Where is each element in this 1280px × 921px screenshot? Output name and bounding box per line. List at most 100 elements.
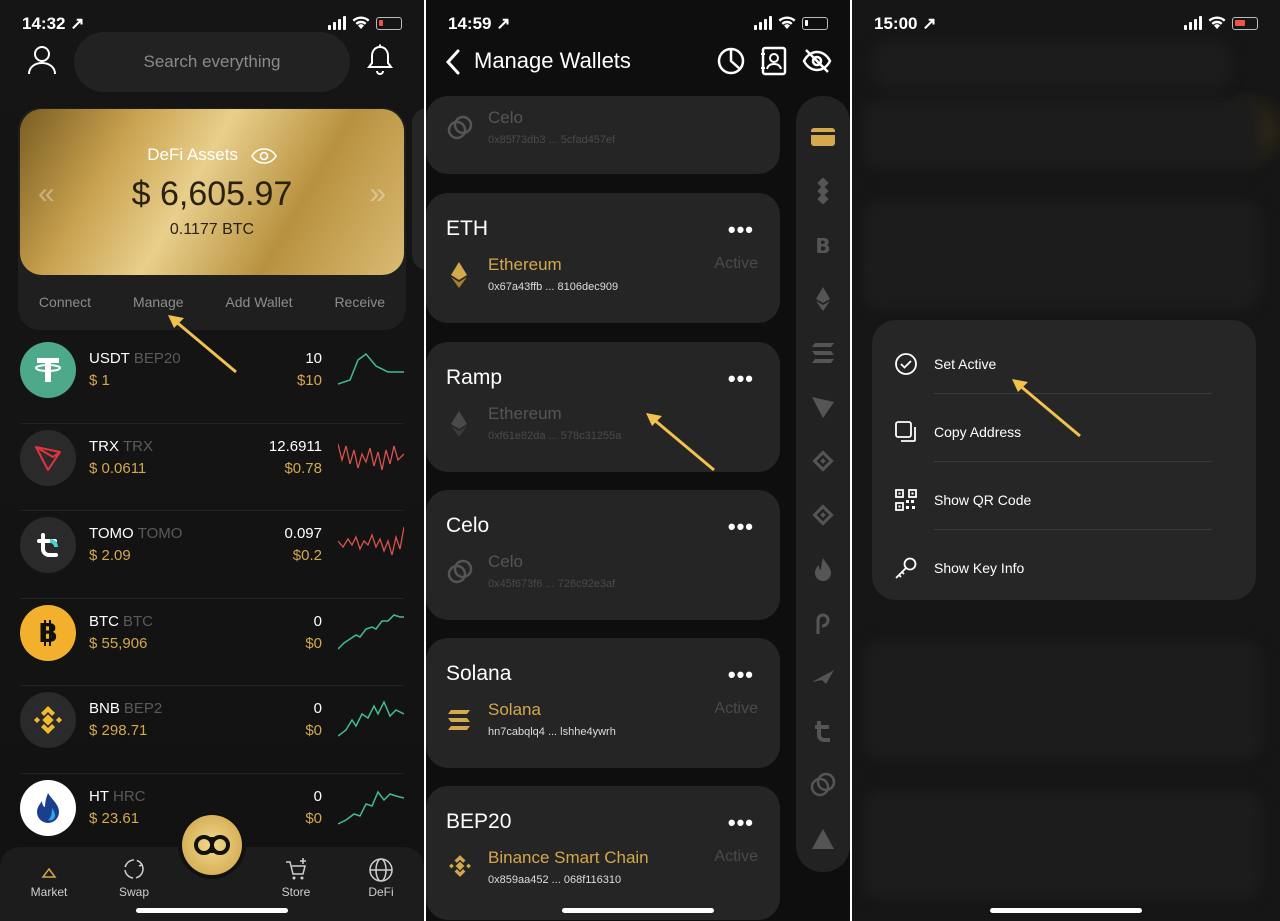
wallet-address: 0x85f73db3 ... 5cfad457ef	[488, 134, 616, 146]
add-wallet-button[interactable]: Add Wallet	[225, 294, 292, 310]
back-arrow-icon[interactable]	[444, 48, 462, 76]
asset-name: TOMO TOMO	[89, 525, 182, 542]
wallet-address: hn7cabqlq4 ... lshhe4ywrh	[488, 726, 616, 738]
wallet-card-eth[interactable]: ETH ••• Ethereum 0x67a43ffb ... 8106dec9…	[426, 193, 780, 323]
menu-label: Show Key Info	[934, 560, 1025, 576]
asset-name: BTC BTC	[89, 613, 153, 630]
menu-label: Show QR Code	[934, 492, 1032, 508]
solana-filter-icon[interactable]	[810, 340, 836, 366]
eye-off-icon[interactable]	[802, 46, 832, 76]
more-options-icon[interactable]: •••	[728, 662, 754, 688]
wallet-all-icon[interactable]	[810, 124, 836, 150]
asset-row-bnb[interactable]: BNB BEP2 $ 298.71 0 $0	[20, 686, 404, 774]
bitcoin-filter-icon[interactable]: B	[810, 232, 836, 258]
menu-label: Set Active	[934, 356, 997, 372]
sparkline-chart	[338, 613, 404, 650]
more-options-icon[interactable]: •••	[728, 366, 754, 392]
polkadot-filter-icon[interactable]	[810, 610, 836, 636]
fire-filter-icon[interactable]	[810, 556, 836, 582]
wallet-name: Ethereum	[488, 404, 562, 423]
balance-card[interactable]: « » DeFi Assets $ 6,605.97 0.1177 BTC	[20, 109, 404, 275]
asset-row-trx[interactable]: TRX TRX $ 0.0611 12.6911 $0.78	[20, 424, 404, 511]
wallet-address: 0x67a43ffb ... 8106dec909	[488, 281, 619, 293]
signal-icon	[1184, 16, 1202, 30]
binance-filter-icon[interactable]	[810, 178, 836, 204]
home-indicator	[136, 908, 288, 913]
asset-price: $ 23.61	[89, 809, 140, 827]
wallet-card-ramp[interactable]: Ramp ••• Ethereum 0xf61e82da ... 578c312…	[426, 342, 780, 472]
bitcoin-logo-icon: B	[20, 604, 76, 661]
tab-swap-label: Swap	[118, 885, 150, 899]
asset-value: $0	[305, 722, 322, 739]
asset-network: TRX	[123, 437, 153, 455]
asset-symbol: BTC	[89, 612, 119, 630]
contact-card-icon[interactable]	[760, 46, 788, 76]
more-options-icon[interactable]: •••	[728, 217, 754, 243]
blurred-card	[862, 640, 1262, 760]
bird-filter-icon[interactable]	[810, 664, 836, 690]
copy-address-menu-item[interactable]: Copy Address	[872, 394, 1256, 462]
tron-filter-icon[interactable]	[810, 394, 836, 420]
ethereum-filter-icon[interactable]	[810, 286, 836, 312]
eye-icon[interactable]	[250, 147, 277, 164]
asset-row-btc[interactable]: B BTC BTC $ 55,906 0 $0	[20, 599, 404, 686]
bell-icon[interactable]	[366, 44, 394, 76]
wallet-status: Active	[714, 700, 758, 717]
asset-symbol: BNB	[89, 700, 120, 717]
wallet-name: Celo	[488, 552, 523, 571]
menu-label: Copy Address	[934, 424, 1022, 440]
tomo-filter-icon[interactable]	[810, 718, 836, 744]
status-bar: 15:00 ↗	[852, 12, 1280, 36]
manage-button[interactable]: Manage	[133, 294, 184, 310]
center-logo-button[interactable]	[182, 815, 242, 875]
asset-qty: 0	[313, 787, 322, 805]
solana-icon	[448, 710, 470, 730]
asset-name: USDT BEP20	[89, 350, 181, 367]
tab-market[interactable]: Market	[14, 857, 84, 899]
huobi-logo-icon	[20, 779, 76, 836]
connect-button[interactable]: Connect	[39, 294, 91, 310]
wallet-card-celo-partial[interactable]: Celo 0x85f73db3 ... 5cfad457ef	[426, 96, 780, 174]
tab-defi[interactable]: DeFi	[346, 857, 416, 899]
wallet-card-bep20[interactable]: BEP20 ••• Binance Smart Chain 0x859aa452…	[426, 786, 780, 920]
wallet-name: Celo	[488, 108, 523, 127]
wallet-title: Ramp	[446, 366, 503, 389]
bep2-filter-icon[interactable]	[810, 502, 836, 528]
asset-price: $ 298.71	[89, 722, 148, 739]
show-qr-code-menu-item[interactable]: Show QR Code	[872, 462, 1256, 530]
tab-swap[interactable]: Swap	[99, 857, 169, 899]
celo-filter-icon[interactable]	[810, 772, 836, 798]
wallet-title: Solana	[446, 662, 512, 685]
pie-chart-icon[interactable]	[716, 46, 746, 76]
status-time: 14:59 ↗	[448, 14, 511, 33]
more-options-icon[interactable]: •••	[728, 514, 754, 540]
key-icon	[895, 557, 917, 579]
asset-row-tomo[interactable]: TOMO TOMO $ 2.09 0.097 $0.2	[20, 511, 404, 599]
wallet-name: Binance Smart Chain	[488, 848, 649, 867]
set-active-menu-item[interactable]: Set Active	[872, 326, 1256, 394]
wallet-card-celo[interactable]: Celo ••• Celo 0x45f673f6 ... 726c92e3af	[426, 490, 780, 620]
receive-button[interactable]: Receive	[334, 294, 385, 310]
tab-store[interactable]: Store	[261, 857, 331, 899]
more-options-icon[interactable]: •••	[728, 810, 754, 836]
signal-icon	[328, 16, 346, 30]
wallet-status: Active	[714, 255, 758, 272]
signal-icon	[754, 16, 772, 30]
wifi-icon	[778, 16, 796, 29]
wallet-card-solana[interactable]: Solana ••• Solana hn7cabqlq4 ... lshhe4y…	[426, 638, 780, 768]
avalanche-filter-icon[interactable]	[810, 826, 836, 852]
blurred-card	[862, 200, 1262, 310]
show-key-info-menu-item[interactable]: Show Key Info	[872, 530, 1256, 598]
battery-icon	[376, 16, 402, 30]
asset-value: $0.2	[292, 547, 322, 564]
bnb-filter-icon[interactable]	[810, 448, 836, 474]
app-logo-icon	[194, 835, 230, 855]
user-icon[interactable]	[26, 44, 58, 76]
next-card-peek[interactable]	[412, 108, 424, 270]
asset-symbol: HT	[89, 787, 109, 805]
wallet-actions-screen: 15:00 ↗ Set Active Copy Address Show QR …	[852, 0, 1280, 921]
asset-qty: 0	[313, 700, 322, 717]
search-input[interactable]	[74, 32, 350, 92]
asset-row-usdt[interactable]: USDT BEP20 $ 1 10 $10	[20, 336, 404, 424]
home-indicator	[990, 908, 1142, 913]
